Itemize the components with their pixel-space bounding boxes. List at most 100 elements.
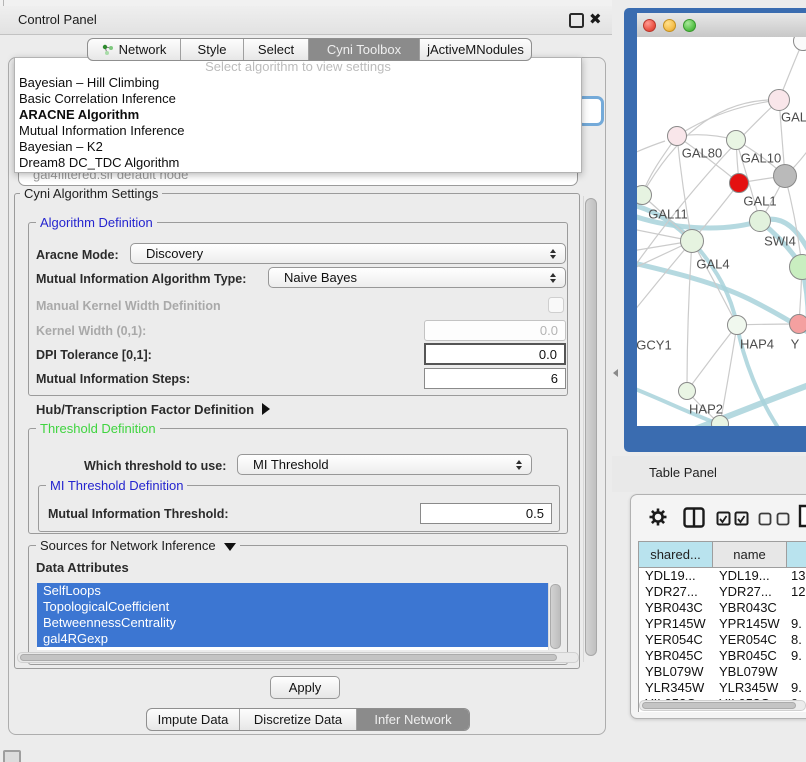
table-row[interactable]: YER054CYER054C8. xyxy=(639,632,806,648)
deselect-all-checkboxes-icon[interactable] xyxy=(758,512,792,526)
tab-select[interactable]: Select xyxy=(243,39,308,60)
tab-infer-network[interactable]: Infer Network xyxy=(356,709,469,730)
table-cell[interactable]: 13 xyxy=(787,568,806,584)
manual-kernel-width-checkbox[interactable] xyxy=(548,297,564,313)
table-cell[interactable]: 9. xyxy=(787,616,806,632)
network-node[interactable] xyxy=(711,415,729,426)
table-row[interactable]: YBR043CYBR043C xyxy=(639,600,806,616)
data-attribute-item[interactable]: SelfLoops xyxy=(37,583,548,599)
table-cell[interactable] xyxy=(787,600,806,616)
network-node[interactable] xyxy=(680,229,704,253)
network-node-label: GAL80 xyxy=(682,146,722,161)
split-columns-icon[interactable] xyxy=(683,507,705,528)
control-panel-tabs: Network Style Select Cyni Toolbox jActiv… xyxy=(87,38,532,61)
mi-steps-input[interactable]: 6 xyxy=(424,368,566,389)
network-node[interactable] xyxy=(749,210,771,232)
algorithm-option[interactable]: Basic Correlation Inference xyxy=(15,91,581,107)
table-cell[interactable]: YBR045C xyxy=(639,648,713,664)
network-node[interactable] xyxy=(729,173,749,193)
column-header-shared-name[interactable]: shared... xyxy=(639,542,713,567)
network-node[interactable] xyxy=(773,164,797,188)
sources-group-title[interactable]: Sources for Network Inference xyxy=(36,538,240,553)
aracne-mode-combo[interactable]: Discovery xyxy=(130,243,566,264)
network-node[interactable] xyxy=(678,382,696,400)
table-cell[interactable]: 8. xyxy=(787,632,806,648)
algorithm-option[interactable]: Bayesian – K2 xyxy=(15,139,581,155)
table-cell[interactable]: YPR145W xyxy=(713,616,787,632)
table-cell[interactable]: YER054C xyxy=(639,632,713,648)
column-header-cut[interactable] xyxy=(787,542,806,567)
kernel-width-input[interactable]: 0.0 xyxy=(424,320,566,341)
table-row[interactable]: YDR27...YDR27...12 xyxy=(639,584,806,600)
table-row[interactable]: YPR145WYPR145W9. xyxy=(639,616,806,632)
table-horizontal-scrollbar[interactable] xyxy=(639,700,806,711)
table-row[interactable]: YDL19...YDL19...13 xyxy=(639,568,806,584)
table-cell[interactable]: YPR145W xyxy=(639,616,713,632)
select-all-checkboxes-icon[interactable] xyxy=(716,511,750,526)
table-cell[interactable]: 9. xyxy=(787,680,806,696)
data-attribute-item[interactable]: BetweennessCentrality xyxy=(37,615,548,631)
tab-discretize-data[interactable]: Discretize Data xyxy=(239,709,356,730)
table-cell[interactable] xyxy=(787,664,806,680)
table-row[interactable]: YBL079WYBL079W xyxy=(639,664,806,680)
network-node[interactable] xyxy=(667,126,687,146)
algorithm-option[interactable]: Dream8 DC_TDC Algorithm xyxy=(15,155,581,171)
algorithm-option[interactable]: ARACNE Algorithm xyxy=(15,107,581,123)
table-cell[interactable]: YDL19... xyxy=(639,568,713,584)
dock-panel-icon[interactable] xyxy=(3,750,21,762)
data-attribute-item[interactable]: TopologicalCoefficient xyxy=(37,599,548,615)
algorithm-option[interactable]: Mutual Information Inference xyxy=(15,123,581,139)
table-row[interactable]: YBR045CYBR045C9. xyxy=(639,648,806,664)
table-row[interactable]: YLR345WYLR345W9. xyxy=(639,680,806,696)
close-panel-icon[interactable]: ✖ xyxy=(589,10,602,28)
which-threshold-combo[interactable]: MI Threshold xyxy=(237,454,532,475)
settings-vertical-scrollbar[interactable] xyxy=(583,196,597,662)
float-panel-icon[interactable] xyxy=(569,13,584,28)
tab-impute-data[interactable]: Impute Data xyxy=(147,709,239,730)
tab-network[interactable]: Network xyxy=(88,39,180,60)
table-cell[interactable]: YDR27... xyxy=(639,584,713,600)
node-table[interactable]: shared... name YDL19...YDL19...13YDR27..… xyxy=(638,541,806,712)
dpi-tolerance-input[interactable]: 0.0 xyxy=(424,343,566,365)
tab-label: Infer Network xyxy=(374,712,451,727)
apply-button[interactable]: Apply xyxy=(270,676,340,699)
network-canvas[interactable]: GALGAL80GAL10GAL1GAL11SWI4GAL4GCY1HAP4YH… xyxy=(637,37,806,426)
data-attributes-rows: SelfLoopsTopologicalCoefficientBetweenne… xyxy=(37,583,561,647)
attributes-vertical-scrollbar[interactable] xyxy=(548,583,561,650)
table-cell[interactable]: YBR043C xyxy=(713,600,787,616)
which-threshold-label: Which threshold to use: xyxy=(84,459,226,473)
algorithm-option[interactable]: Bayesian – Hill Climbing xyxy=(15,75,581,91)
table-cell[interactable]: 9. xyxy=(787,648,806,664)
panel-splitter-handle-icon[interactable] xyxy=(613,369,618,377)
table-cell[interactable]: YER054C xyxy=(713,632,787,648)
tab-cyni-toolbox[interactable]: Cyni Toolbox xyxy=(308,39,419,60)
table-cell[interactable]: YBL079W xyxy=(713,664,787,680)
network-node-label: GAL4 xyxy=(696,257,729,272)
data-attribute-item[interactable]: gal4RGexp xyxy=(37,631,548,647)
network-node[interactable] xyxy=(789,314,806,334)
tab-style[interactable]: Style xyxy=(180,39,243,60)
close-window-icon[interactable] xyxy=(643,19,656,32)
network-node[interactable] xyxy=(726,130,746,150)
table-cell[interactable]: YDR27... xyxy=(713,584,787,600)
mi-threshold-input[interactable]: 0.5 xyxy=(420,503,552,524)
tab-jactivemnodules[interactable]: jActiveMNodules xyxy=(419,39,531,60)
settings-horizontal-scrollbar[interactable] xyxy=(17,652,579,663)
column-header-name[interactable]: name xyxy=(713,542,787,567)
table-cell[interactable]: 12 xyxy=(787,584,806,600)
document-icon[interactable] xyxy=(797,504,806,528)
gear-icon[interactable] xyxy=(648,507,668,527)
mi-algorithm-type-combo[interactable]: Naive Bayes xyxy=(268,267,566,288)
data-attributes-list[interactable]: SelfLoopsTopologicalCoefficientBetweenne… xyxy=(37,583,561,650)
table-cell[interactable]: YLR345W xyxy=(713,680,787,696)
table-cell[interactable]: YBR043C xyxy=(639,600,713,616)
table-cell[interactable]: YLR345W xyxy=(639,680,713,696)
minimize-window-icon[interactable] xyxy=(663,19,676,32)
table-cell[interactable]: YBL079W xyxy=(639,664,713,680)
hub-definition-expander[interactable]: Hub/Transcription Factor Definition xyxy=(36,402,270,417)
table-cell[interactable]: YDL19... xyxy=(713,568,787,584)
network-node[interactable] xyxy=(727,315,747,335)
zoom-window-icon[interactable] xyxy=(683,19,696,32)
table-cell[interactable]: YBR045C xyxy=(713,648,787,664)
network-node[interactable] xyxy=(768,89,790,111)
